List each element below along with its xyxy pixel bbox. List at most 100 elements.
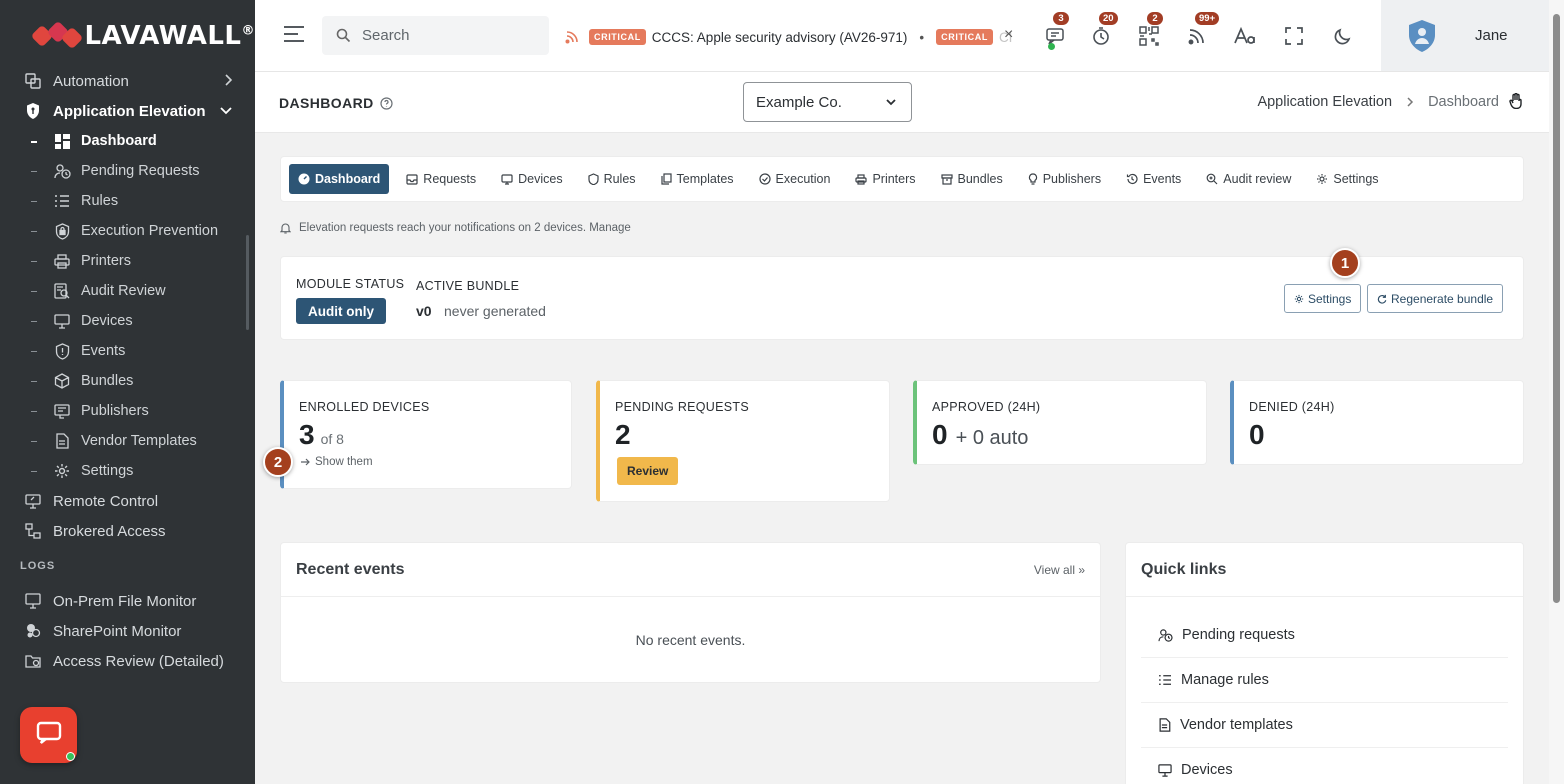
brand-logo[interactable]: LAVAWALL® [0, 0, 255, 72]
quick-link-label: Manage rules [1181, 672, 1269, 688]
organization-select-value: Example Co. [756, 93, 842, 111]
show-devices-link[interactable]: Show them [301, 456, 373, 468]
chevron-right-icon [1406, 96, 1414, 108]
tab-requests[interactable]: Requests [406, 164, 484, 194]
circle-check-icon [758, 173, 771, 185]
sidebar-item-remote-control[interactable]: Remote Control [0, 486, 255, 516]
tab-settings[interactable]: Settings [1316, 164, 1386, 194]
sidebar-subitem-label: Execution Prevention [81, 223, 219, 239]
tab-dashboard[interactable]: Dashboard [289, 164, 390, 194]
menu-toggle-icon[interactable] [283, 25, 305, 48]
tab-bundles[interactable]: Bundles [940, 164, 1011, 194]
chat-bubble-icon [36, 721, 62, 750]
view-all-link[interactable]: View all » [1034, 563, 1085, 577]
divider [281, 596, 1100, 597]
ticker-headline[interactable]: CCCS: Apple security advisory (AV26-971) [652, 30, 908, 45]
quick-link-devices[interactable]: Devices [1141, 748, 1508, 784]
sidebar-subitem-execution-prevention[interactable]: Execution Prevention [0, 216, 255, 246]
news-ticker[interactable]: CRITICAL CCCS: Apple security advisory (… [565, 26, 1027, 48]
sidebar-item-onprem-file-monitor[interactable]: On-Prem File Monitor [0, 586, 255, 616]
sidebar-subitem-dashboard[interactable]: Dashboard [0, 126, 255, 156]
ticker-close-button[interactable]: × [1004, 26, 1013, 44]
alert-shield-icon [53, 342, 71, 360]
sidebar-item-application-elevation[interactable]: Application Elevation [0, 96, 255, 126]
sidebar-subitem-rules[interactable]: Rules [0, 186, 255, 216]
quick-link-vendor-templates[interactable]: Vendor templates [1141, 703, 1508, 748]
search-icon [336, 28, 351, 43]
quick-link-manage-rules[interactable]: Manage rules [1141, 658, 1508, 703]
bell-icon [280, 222, 291, 234]
timer-icon[interactable]: 20 [1088, 11, 1119, 49]
breadcrumb: Application Elevation Dashboard [1257, 94, 1499, 110]
messages-icon[interactable]: 3 [1042, 11, 1070, 50]
rss-icon [565, 30, 579, 44]
history-icon [1126, 173, 1138, 185]
page-scrollbar[interactable] [1549, 0, 1564, 784]
sidebar-subitem-devices[interactable]: Devices [0, 306, 255, 336]
notice-text[interactable]: Elevation requests reach your notificati… [299, 222, 631, 234]
shield-icon [24, 102, 42, 120]
sidebar-subitem-label: Vendor Templates [81, 433, 197, 449]
help-icon[interactable] [380, 96, 393, 110]
sidebar-subitem-publishers[interactable]: Publishers [0, 396, 255, 426]
tab-rules[interactable]: Rules [587, 164, 644, 194]
tab-audit-review[interactable]: Audit review [1206, 164, 1299, 194]
active-bundle-generated: never generated [444, 303, 546, 319]
chevron-down-icon [219, 103, 233, 121]
tab-devices[interactable]: Devices [501, 164, 570, 194]
sidebar-subitem-label: Bundles [81, 373, 134, 389]
tab-label: Templates [676, 172, 734, 186]
stat-card-enrolled-devices: ENROLLED DEVICES 3 of 8 Show them [280, 380, 572, 489]
sidebar-subitem-audit-review[interactable]: Audit Review [0, 276, 255, 306]
stat-value: 2 [615, 419, 631, 450]
quick-links-list: Pending requests Manage rules Vendor tem… [1141, 613, 1508, 784]
scrollbar-thumb[interactable] [1553, 14, 1560, 603]
tab-label: Bundles [957, 172, 1003, 186]
review-button[interactable]: Review [617, 457, 679, 485]
search-input[interactable]: Search [322, 16, 549, 55]
sidebar-item-automation[interactable]: Automation [0, 66, 255, 96]
document-icon [1158, 718, 1171, 732]
organization-select[interactable]: Example Co. [743, 82, 912, 122]
tab-label: Settings [1333, 172, 1379, 186]
sidebar-subitem-vendor-templates[interactable]: Vendor Templates [0, 426, 255, 456]
sidebar-item-label: Brokered Access [53, 522, 166, 540]
tab-execution[interactable]: Execution [758, 164, 839, 194]
dashboard-icon [53, 132, 71, 150]
font-size-icon[interactable] [1232, 23, 1258, 49]
tab-printers[interactable]: Printers [855, 164, 923, 194]
sidebar-subitem-bundles[interactable]: Bundles [0, 366, 255, 396]
hand-pointer-icon[interactable] [1509, 92, 1523, 114]
critical-badge: CRITICAL [589, 29, 646, 45]
module-settings-button[interactable]: Settings [1284, 284, 1362, 313]
dark-mode-icon[interactable] [1330, 23, 1356, 49]
tab-label: Events [1143, 172, 1182, 186]
folder-clock-icon [24, 652, 42, 670]
tab-templates[interactable]: Templates [660, 164, 742, 194]
sidebar-subitem-label: Settings [81, 463, 134, 479]
feeds-icon[interactable]: 99+ [1184, 11, 1221, 49]
fullscreen-icon[interactable] [1281, 23, 1307, 49]
sidebar-item-brokered-access[interactable]: Brokered Access [0, 516, 255, 546]
sidebar-subitem-events[interactable]: Events [0, 336, 255, 366]
sidebar-scrollbar[interactable] [246, 235, 249, 330]
sidebar-subitem-settings[interactable]: Settings [0, 456, 255, 486]
user-name: Jane [1475, 27, 1508, 44]
sidebar-item-sharepoint-monitor[interactable]: SharePoint Monitor [0, 616, 255, 646]
sidebar-subitem-pending-requests[interactable]: Pending Requests [0, 156, 255, 186]
breadcrumb-item[interactable]: Application Elevation [1257, 94, 1392, 110]
monitor-icon [1158, 763, 1172, 777]
chat-launcher-button[interactable] [20, 707, 77, 763]
sidebar-item-access-review-detailed[interactable]: Access Review (Detailed) [0, 646, 255, 676]
qr-code-icon[interactable]: 2 [1136, 11, 1164, 49]
module-status-badge: Audit only [296, 298, 386, 324]
sidebar-subitem-printers[interactable]: Printers [0, 246, 255, 276]
quick-links-panel: Quick links Pending requests Manage rule… [1125, 542, 1524, 784]
archive-icon [940, 173, 953, 185]
tab-label: Audit review [1223, 172, 1292, 186]
quick-link-pending-requests[interactable]: Pending requests [1141, 613, 1508, 658]
user-menu[interactable]: Jane [1381, 0, 1549, 71]
tab-publishers[interactable]: Publishers [1028, 164, 1109, 194]
regenerate-bundle-button[interactable]: Regenerate bundle [1367, 284, 1504, 313]
tab-events[interactable]: Events [1126, 164, 1189, 194]
